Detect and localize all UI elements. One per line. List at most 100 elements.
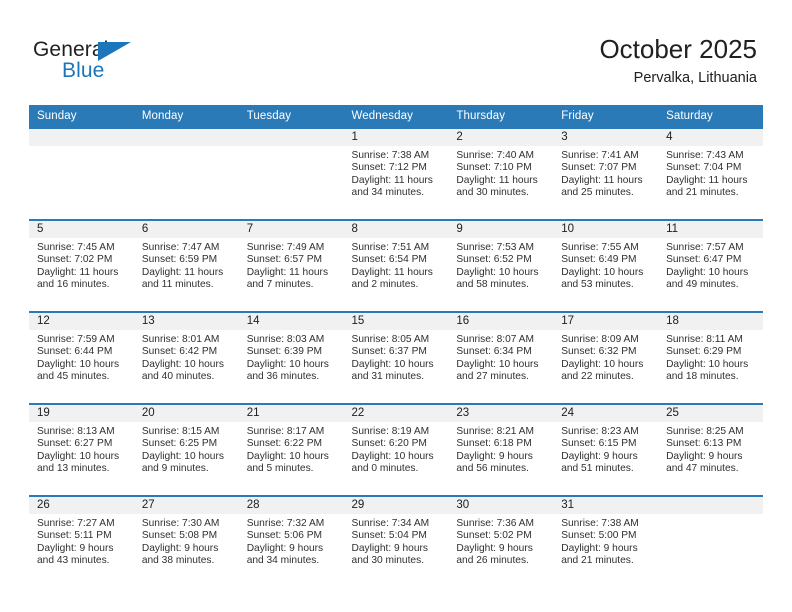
- day-number: 21: [238, 405, 344, 422]
- day-details: Sunrise: 8:05 AM Sunset: 6:37 PM Daylight:…: [344, 330, 449, 383]
- daylight-text-line1: Daylight: 10 hours: [456, 266, 539, 278]
- sunrise-text: Sunrise: 7:38 AM: [561, 518, 639, 529]
- daylight-text-line1: Daylight: 9 hours: [456, 542, 533, 554]
- brand-logo[interactable]: General Blue: [33, 38, 213, 84]
- calendar-day-cell[interactable]: 11 Sunrise: 7:57 AM Sunset: 6:47 PM Dayligh…: [658, 221, 763, 311]
- calendar-day-cell[interactable]: 7 Sunrise: 7:49 AM Sunset: 6:57 PM Daylight…: [238, 221, 344, 311]
- daylight-text-line2: and 2 minutes.: [351, 278, 419, 290]
- daylight-text-line1: Daylight: 11 hours: [351, 174, 433, 186]
- day-number: 13: [133, 313, 239, 330]
- calendar-empty-cell: [133, 129, 239, 219]
- sunrise-text: Sunrise: 7:32 AM: [246, 518, 325, 529]
- daylight-text-line2: and 26 minutes.: [456, 554, 529, 566]
- daylight-text-line1: Daylight: 10 hours: [351, 450, 434, 462]
- day-details: Sunrise: 7:36 AM Sunset: 5:02 PM Daylight:…: [448, 514, 553, 567]
- day-details: Sunrise: 7:38 AM Sunset: 5:00 PM Daylight:…: [553, 514, 658, 567]
- calendar-day-cell[interactable]: 15 Sunrise: 8:05 AM Sunset: 6:37 PM Dayligh…: [343, 313, 449, 403]
- calendar-day-cell[interactable]: 3 Sunrise: 7:41 AM Sunset: 7:07 PM Daylight…: [553, 129, 659, 219]
- title-block: October 2025 Pervalka, Lithuania: [599, 33, 757, 88]
- daylight-text-line2: and 30 minutes.: [351, 554, 425, 566]
- daylight-text-line2: and 34 minutes.: [351, 186, 425, 198]
- calendar-day-cell[interactable]: 18 Sunrise: 8:11 AM Sunset: 6:29 PM Dayligh…: [658, 313, 763, 403]
- day-details: Sunrise: 7:45 AM Sunset: 7:02 PM Daylight:…: [29, 238, 134, 291]
- calendar-day-cell[interactable]: 22 Sunrise: 8:19 AM Sunset: 6:20 PM Dayligh…: [343, 405, 449, 495]
- calendar-day-cell[interactable]: 6 Sunrise: 7:47 AM Sunset: 6:59 PM Daylight…: [133, 221, 239, 311]
- calendar-day-cell[interactable]: 20 Sunrise: 8:15 AM Sunset: 6:25 PM Dayligh…: [133, 405, 239, 495]
- calendar-day-cell[interactable]: 10 Sunrise: 7:55 AM Sunset: 6:49 PM Dayligh…: [553, 221, 659, 311]
- day-number: 7: [238, 221, 344, 238]
- daylight-text-line2: and 0 minutes.: [351, 462, 419, 474]
- calendar-day-cell[interactable]: 5 Sunrise: 7:45 AM Sunset: 7:02 PM Daylight…: [29, 221, 134, 311]
- sunset-text: Sunset: 5:11 PM: [37, 530, 112, 542]
- sunrise-text: Sunrise: 8:21 AM: [456, 426, 534, 437]
- day-details: Sunrise: 8:11 AM Sunset: 6:29 PM Daylight:…: [658, 330, 763, 383]
- daylight-text-line1: Daylight: 9 hours: [456, 450, 533, 462]
- sunrise-text: Sunrise: 7:34 AM: [351, 518, 430, 529]
- calendar-day-cell[interactable]: 4 Sunrise: 7:43 AM Sunset: 7:04 PM Daylight…: [658, 129, 763, 219]
- day-details: Sunrise: 7:51 AM Sunset: 6:54 PM Daylight:…: [344, 238, 449, 291]
- day-details: Sunrise: 7:49 AM Sunset: 6:57 PM Daylight:…: [239, 238, 344, 291]
- daylight-text-line2: and 11 minutes.: [141, 278, 214, 290]
- daylight-text-line1: Daylight: 11 hours: [141, 266, 224, 278]
- daylight-text-line2: and 30 minutes.: [456, 186, 529, 198]
- daylight-text-line2: and 43 minutes.: [37, 554, 110, 566]
- calendar-day-cell[interactable]: 28 Sunrise: 7:32 AM Sunset: 5:06 PM Dayligh…: [238, 497, 344, 587]
- sunset-text: Sunset: 7:10 PM: [456, 162, 532, 174]
- calendar-day-cell[interactable]: 23 Sunrise: 8:21 AM Sunset: 6:18 PM Dayligh…: [448, 405, 554, 495]
- day-number: 24: [553, 405, 659, 422]
- calendar-day-cell[interactable]: 8 Sunrise: 7:51 AM Sunset: 6:54 PM Daylight…: [343, 221, 449, 311]
- day-number: [658, 497, 763, 514]
- day-number: 3: [553, 129, 659, 146]
- day-number: 9: [448, 221, 554, 238]
- sunrise-text: Sunrise: 8:11 AM: [666, 334, 743, 345]
- weekday-header-row: Sunday Monday Tuesday Wednesday Thursday…: [29, 105, 763, 127]
- calendar-day-cell[interactable]: 13 Sunrise: 8:01 AM Sunset: 6:42 PM Dayligh…: [133, 313, 239, 403]
- calendar-day-cell[interactable]: 16 Sunrise: 8:07 AM Sunset: 6:34 PM Dayligh…: [448, 313, 554, 403]
- calendar-day-cell[interactable]: 31 Sunrise: 7:38 AM Sunset: 5:00 PM Dayligh…: [553, 497, 659, 587]
- page-title: October 2025: [599, 34, 757, 64]
- sunrise-text: Sunrise: 7:30 AM: [141, 518, 220, 529]
- day-number: 31: [553, 497, 659, 514]
- day-number: 25: [658, 405, 763, 422]
- sunrise-text: Sunrise: 7:47 AM: [141, 242, 220, 253]
- sunset-text: Sunset: 6:54 PM: [351, 254, 427, 266]
- daylight-text-line1: Daylight: 10 hours: [141, 450, 224, 462]
- calendar-day-cell[interactable]: 30 Sunrise: 7:36 AM Sunset: 5:02 PM Dayligh…: [448, 497, 554, 587]
- sunset-text: Sunset: 5:02 PM: [456, 530, 532, 542]
- calendar-day-cell[interactable]: 17 Sunrise: 8:09 AM Sunset: 6:32 PM Dayligh…: [553, 313, 659, 403]
- sunrise-text: Sunrise: 7:59 AM: [37, 334, 115, 345]
- calendar-week-row: 19 Sunrise: 8:13 AM Sunset: 6:27 PM Dayligh…: [29, 405, 763, 495]
- sunset-text: Sunset: 6:44 PM: [37, 346, 113, 358]
- day-number: 12: [29, 313, 134, 330]
- calendar-day-cell[interactable]: 26 Sunrise: 7:27 AM Sunset: 5:11 PM Dayligh…: [29, 497, 134, 587]
- calendar-day-cell[interactable]: 9 Sunrise: 7:53 AM Sunset: 6:52 PM Daylight…: [448, 221, 554, 311]
- calendar-day-cell[interactable]: 27 Sunrise: 7:30 AM Sunset: 5:08 PM Dayligh…: [133, 497, 239, 587]
- calendar-day-cell[interactable]: 29 Sunrise: 7:34 AM Sunset: 5:04 PM Dayligh…: [343, 497, 449, 587]
- calendar-day-cell[interactable]: 2 Sunrise: 7:40 AM Sunset: 7:10 PM Daylight…: [448, 129, 554, 219]
- day-number: [29, 129, 134, 146]
- day-number: 14: [238, 313, 344, 330]
- calendar-page: General Blue October 2025 Pervalka, Lith…: [0, 0, 792, 612]
- calendar-day-cell[interactable]: 1 Sunrise: 7:38 AM Sunset: 7:12 PM Daylight…: [343, 129, 449, 219]
- day-number: 29: [343, 497, 449, 514]
- sunset-text: Sunset: 6:15 PM: [561, 438, 637, 450]
- daylight-text-line1: Daylight: 10 hours: [246, 358, 329, 370]
- calendar-day-cell[interactable]: 19 Sunrise: 8:13 AM Sunset: 6:27 PM Dayligh…: [29, 405, 134, 495]
- daylight-text-line2: and 38 minutes.: [141, 554, 215, 566]
- calendar-day-cell[interactable]: 12 Sunrise: 7:59 AM Sunset: 6:44 PM Dayligh…: [29, 313, 134, 403]
- calendar-day-cell[interactable]: 24 Sunrise: 8:23 AM Sunset: 6:15 PM Dayligh…: [553, 405, 659, 495]
- sunrise-text: Sunrise: 7:27 AM: [37, 518, 115, 529]
- sunset-text: Sunset: 6:20 PM: [351, 438, 427, 450]
- calendar-day-cell[interactable]: 14 Sunrise: 8:03 AM Sunset: 6:39 PM Dayligh…: [238, 313, 344, 403]
- calendar-day-cell[interactable]: 25 Sunrise: 8:25 AM Sunset: 6:13 PM Dayligh…: [658, 405, 763, 495]
- sunrise-text: Sunrise: 7:51 AM: [351, 242, 430, 253]
- daylight-text-line2: and 47 minutes.: [666, 462, 739, 474]
- daylight-text-line1: Daylight: 9 hours: [561, 542, 638, 554]
- day-details: Sunrise: 7:41 AM Sunset: 7:07 PM Daylight:…: [553, 146, 658, 199]
- daylight-text-line1: Daylight: 9 hours: [666, 450, 743, 462]
- daylight-text-line1: Daylight: 9 hours: [37, 542, 114, 554]
- daylight-text-line2: and 18 minutes.: [666, 370, 739, 382]
- sunrise-text: Sunrise: 8:19 AM: [351, 426, 430, 437]
- daylight-text-line1: Daylight: 11 hours: [37, 266, 119, 278]
- calendar-day-cell[interactable]: 21 Sunrise: 8:17 AM Sunset: 6:22 PM Dayligh…: [238, 405, 344, 495]
